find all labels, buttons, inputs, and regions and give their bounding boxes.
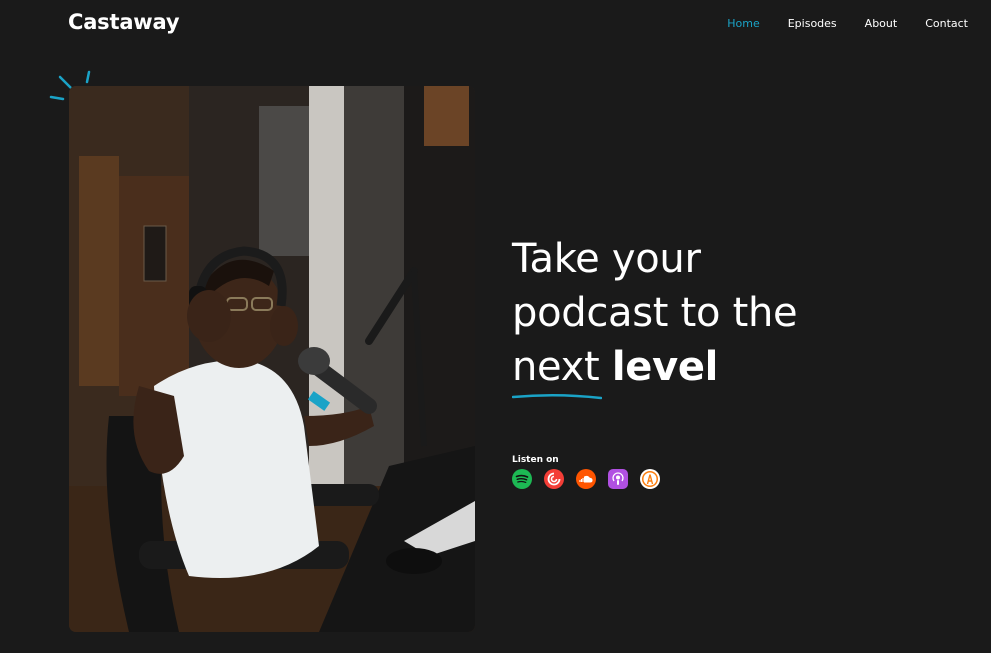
spotify-icon[interactable] xyxy=(512,469,532,489)
overcast-icon[interactable] xyxy=(640,469,660,489)
apple-podcasts-icon[interactable] xyxy=(608,469,628,489)
soundcloud-icon[interactable] xyxy=(576,469,596,489)
headline-line-3: next level xyxy=(512,340,872,400)
headline-line-1: Take your xyxy=(512,236,701,282)
headline-word-level: level xyxy=(611,344,719,390)
platform-links xyxy=(512,469,660,489)
pocketcasts-icon[interactable] xyxy=(544,469,564,489)
main-nav: Home Episodes About Contact xyxy=(727,17,968,30)
nav-about[interactable]: About xyxy=(865,17,898,30)
hero-headline: Take your podcast to the next level xyxy=(512,232,872,400)
headline-word-next: next xyxy=(512,344,600,390)
page: Castaway Home Episodes About Contact Tak… xyxy=(0,0,991,653)
nav-home[interactable]: Home xyxy=(727,17,759,30)
nav-episodes[interactable]: Episodes xyxy=(788,17,837,30)
nav-contact[interactable]: Contact xyxy=(925,17,968,30)
underline-swoosh xyxy=(512,393,602,400)
brand-logo[interactable]: Castaway xyxy=(68,10,180,34)
headline-line-2: podcast to the xyxy=(512,290,798,336)
headline-underlined-word: next xyxy=(512,340,602,400)
listen-on-label: Listen on xyxy=(512,455,559,465)
hero-image xyxy=(69,86,475,632)
